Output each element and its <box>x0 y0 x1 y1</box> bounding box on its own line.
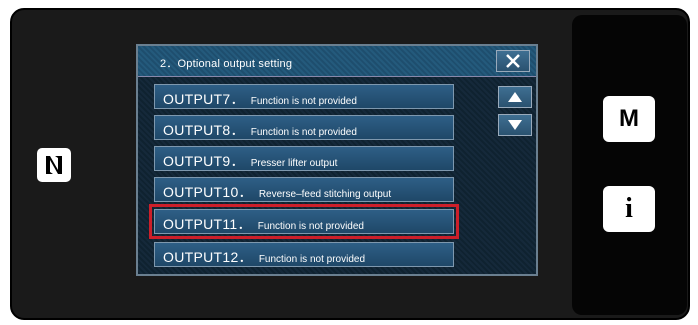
optional-output-dialog: 2．Optional output setting OUTPUT7． Funct… <box>136 44 538 276</box>
output-desc: Presser lifter output <box>250 158 338 169</box>
output-item-8[interactable]: OUTPUT8． Function is not provided <box>154 115 454 140</box>
output-desc: Function is not provided <box>250 96 357 107</box>
output-item-7[interactable]: OUTPUT7． Function is not provided <box>154 84 454 109</box>
output-desc: Reverse–feed stitching output <box>258 189 392 200</box>
output-code: OUTPUT7． <box>163 91 245 107</box>
output-desc: Function is not provided <box>257 221 364 232</box>
output-item-9[interactable]: OUTPUT9． Presser lifter output <box>154 146 454 171</box>
output-code: OUTPUT9． <box>163 153 245 169</box>
arrow-up-icon <box>508 92 522 102</box>
dialog-title: 2．Optional output setting <box>160 58 293 70</box>
dialog-header: 2．Optional output setting <box>138 46 536 77</box>
output-code: OUTPUT10． <box>163 184 253 200</box>
output-code: OUTPUT8． <box>163 122 245 138</box>
output-item-11[interactable]: OUTPUT11． Function is not provided <box>149 204 459 239</box>
output-item-10[interactable]: OUTPUT10． Reverse–feed stitching output <box>154 177 454 202</box>
nfc-icon <box>37 148 71 182</box>
output-desc: Function is not provided <box>250 127 357 138</box>
scroll-up-button[interactable] <box>498 86 532 108</box>
output-item-12[interactable]: OUTPUT12． Function is not provided <box>154 242 454 267</box>
side-panel <box>572 15 687 315</box>
output-code: OUTPUT11． <box>163 216 252 232</box>
output-desc: Function is not provided <box>258 254 365 265</box>
m-button[interactable]: M <box>603 96 655 142</box>
info-button[interactable]: i <box>603 186 655 232</box>
scroll-down-button[interactable] <box>498 114 532 136</box>
close-button[interactable] <box>496 50 530 72</box>
output-code: OUTPUT12． <box>163 249 253 265</box>
arrow-down-icon <box>508 120 522 130</box>
close-icon <box>506 54 520 68</box>
